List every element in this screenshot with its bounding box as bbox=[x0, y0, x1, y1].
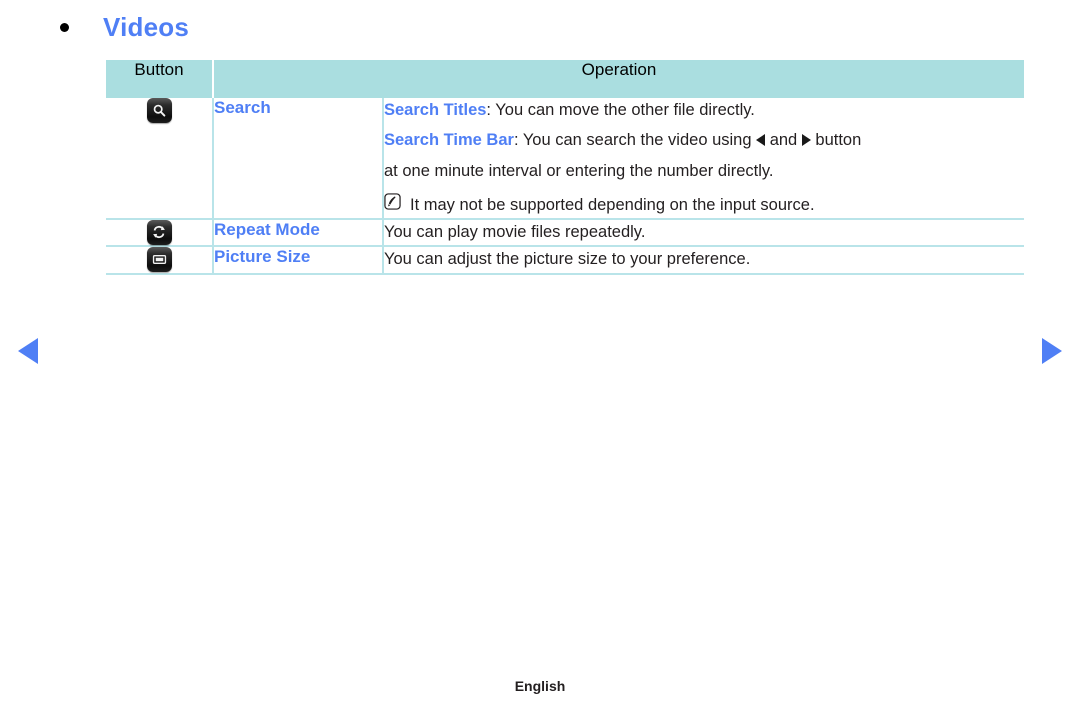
row-label-picture-size: Picture Size bbox=[213, 246, 384, 276]
picture-size-key-icon bbox=[146, 247, 172, 273]
table-header-row: Button Operation bbox=[106, 60, 1025, 98]
triangle-left-icon[interactable] bbox=[18, 338, 38, 364]
row-operation-repeat-mode: You can play movie files repeatedly. bbox=[383, 218, 1025, 248]
row-label-repeat-mode: Repeat Mode bbox=[213, 218, 384, 248]
note-block: It may not be supported depending on the… bbox=[384, 193, 1024, 217]
separator: : bbox=[513, 131, 523, 150]
footer-language-label: English bbox=[514, 678, 566, 694]
separator: : bbox=[486, 101, 496, 119]
row-button-cell bbox=[106, 246, 214, 276]
column-header-operation: Operation bbox=[213, 60, 1025, 98]
operation-text: You can search the video using bbox=[522, 131, 757, 150]
row-label-search: Search bbox=[213, 98, 384, 220]
keyword-search-titles: Search Titles bbox=[384, 101, 487, 119]
bullet-dot-icon bbox=[60, 23, 69, 32]
row-operation-search: Search Titles: You can move the other fi… bbox=[383, 98, 1025, 220]
operation-text: button bbox=[810, 131, 862, 150]
column-header-button: Button bbox=[106, 60, 214, 98]
operation-line: You can adjust the picture size to your … bbox=[384, 250, 751, 269]
operation-line: You can play movie files repeatedly. bbox=[384, 222, 646, 241]
operation-text: and bbox=[765, 131, 802, 150]
row-operation-picture-size: You can adjust the picture size to your … bbox=[383, 246, 1025, 276]
search-key-icon bbox=[146, 98, 172, 123]
table-row: Repeat Mode You can play movie files rep… bbox=[106, 218, 1025, 248]
row-button-cell bbox=[106, 98, 214, 220]
table-row: Picture Size You can adjust the picture … bbox=[106, 246, 1025, 276]
triangle-left-icon bbox=[756, 134, 766, 147]
row-button-cell bbox=[106, 218, 214, 248]
operation-line: Search Time Bar: You can search the vide… bbox=[384, 128, 1024, 152]
table-row: Search Search Titles: You can move the o… bbox=[106, 98, 1025, 220]
triangle-right-icon bbox=[801, 134, 811, 147]
note-text: It may not be supported depending on the… bbox=[410, 196, 815, 215]
operation-line: Search Titles: You can move the other fi… bbox=[384, 98, 1024, 122]
operation-line: at one minute interval or entering the n… bbox=[384, 161, 774, 180]
operation-text: You can move the other file directly. bbox=[495, 101, 755, 119]
keyword-search-time-bar: Search Time Bar bbox=[384, 131, 514, 150]
page-heading: Videos bbox=[60, 12, 189, 43]
triangle-right-icon[interactable] bbox=[1042, 338, 1062, 364]
note-pen-icon bbox=[384, 193, 401, 217]
repeat-key-icon bbox=[146, 219, 172, 245]
button-operation-table: Button Operation Search Search Titles: Y… bbox=[106, 60, 1025, 276]
page-title: Videos bbox=[103, 12, 189, 42]
